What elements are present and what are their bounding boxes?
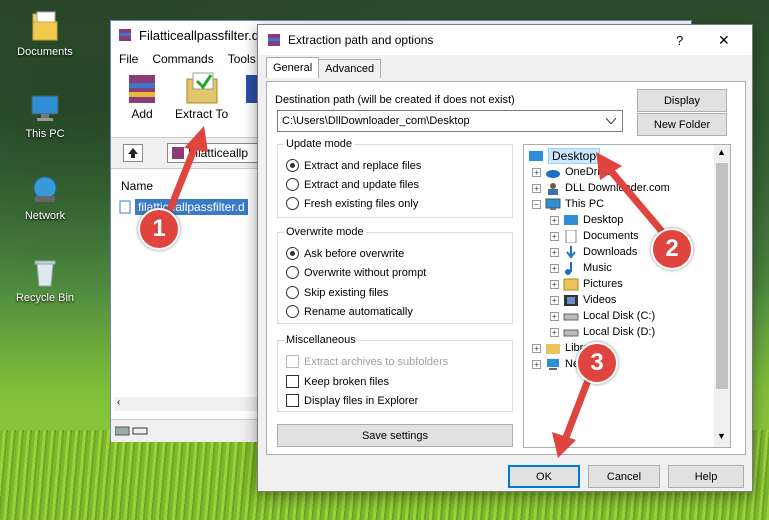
arrow-3-line [561, 373, 594, 442]
arrow-2-line [607, 167, 668, 238]
arrow-1-head [184, 126, 208, 152]
step-badge-1: 1 [138, 208, 180, 250]
tab-general[interactable]: General [266, 57, 320, 78]
step-badge-2: 2 [651, 228, 693, 270]
step-badge-3: 3 [576, 342, 618, 384]
